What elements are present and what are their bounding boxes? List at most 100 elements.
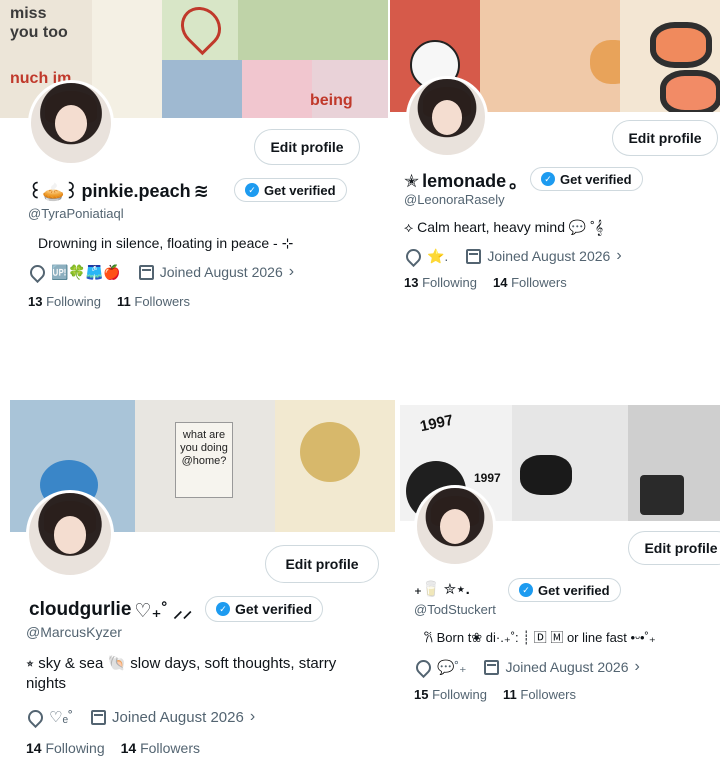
- location: ♡ₑ˚: [49, 709, 74, 726]
- display-name: ꒰🥧꒱ pinkie.peach ≋: [28, 180, 209, 203]
- handle: @MarcusKyzer: [26, 624, 122, 640]
- following-count: 14: [26, 740, 42, 756]
- location-icon: [26, 261, 49, 283]
- profile-card-4: 1997 1997 1997 Edit profile ₊🥛 ✮⋆. ✓ Get…: [400, 405, 720, 715]
- location-icon: [24, 706, 47, 728]
- verified-badge-icon: ✓: [519, 583, 533, 597]
- following-link[interactable]: 14 Following: [26, 740, 105, 756]
- banner-text: you doing: [180, 442, 228, 454]
- followers-count: 14: [493, 275, 508, 290]
- get-verified-button[interactable]: ✓ Get verified: [508, 578, 621, 602]
- following-link[interactable]: 15 Following: [414, 687, 487, 702]
- name-prefix: ꒰🥧꒱: [28, 182, 79, 202]
- get-verified-button[interactable]: ✓ Get verified: [205, 596, 324, 622]
- book-cover: what are you doing @home?: [175, 422, 233, 498]
- followers-label: Followers: [140, 740, 200, 756]
- location: 💬˚₊: [437, 658, 467, 675]
- name-prefix: ₊🥛: [414, 581, 441, 598]
- name-prefix: ✭: [404, 170, 420, 191]
- sushi-roll: [660, 70, 720, 112]
- followers-label: Followers: [520, 687, 577, 702]
- followers-link[interactable]: 11 Followers: [117, 294, 190, 309]
- following-label: Following: [432, 687, 488, 702]
- edit-profile-button[interactable]: Edit profile: [628, 531, 720, 565]
- banner-text: being: [310, 92, 353, 109]
- followers-link[interactable]: 14 Followers: [121, 740, 200, 756]
- following-link[interactable]: 13 Following: [404, 275, 477, 290]
- get-verified-label: Get verified: [560, 171, 632, 187]
- joined-date: Joined August 2026: [112, 708, 244, 726]
- calendar-icon: [466, 248, 482, 264]
- profile-card-1: miss you too nuch im being Edit profile …: [0, 0, 388, 330]
- edit-profile-button[interactable]: Edit profile: [254, 129, 360, 165]
- location-icon: [402, 245, 425, 267]
- fur-glove: [520, 455, 572, 495]
- banner-text: 1997: [474, 471, 501, 485]
- get-verified-button[interactable]: ✓ Get verified: [234, 178, 347, 202]
- following-label: Following: [46, 294, 102, 309]
- calendar-icon: [138, 264, 154, 280]
- edit-profile-button[interactable]: Edit profile: [612, 120, 718, 156]
- sushi-roll: [650, 22, 712, 68]
- banner-text: you too: [10, 24, 68, 41]
- handle: @TodStuckert: [414, 602, 496, 617]
- banner-text: miss: [10, 5, 47, 22]
- follow-stats: 14 Following 14 Followers: [26, 740, 200, 756]
- get-verified-label: Get verified: [235, 601, 313, 617]
- following-count: 13: [28, 294, 43, 309]
- name-suffix: 。: [509, 172, 528, 192]
- name-suffix: ♡₊˚ ⸝⸝: [134, 601, 193, 622]
- following-label: Following: [45, 740, 105, 756]
- followers-link[interactable]: 11 Followers: [503, 687, 576, 702]
- avatar[interactable]: [406, 76, 488, 158]
- chevron-right-icon[interactable]: ›: [616, 247, 621, 265]
- chevron-right-icon[interactable]: ›: [634, 658, 639, 676]
- banner-text: @home?: [181, 455, 227, 467]
- followers-label: Followers: [134, 294, 191, 309]
- name-text: lemonade: [422, 170, 507, 191]
- bio: ⟡ Calm heart, heavy mind 💬 ˚𝄞: [404, 219, 604, 235]
- name-text: cloudgurlie: [29, 599, 132, 620]
- follow-stats: 13 Following 14 Followers: [404, 275, 567, 290]
- chevron-right-icon[interactable]: ›: [289, 263, 294, 281]
- joined-date: Joined August 2026: [487, 248, 611, 264]
- edit-profile-button[interactable]: Edit profile: [265, 545, 379, 583]
- avatar[interactable]: [414, 485, 496, 567]
- display-name: ₊🥛 ✮⋆.: [414, 580, 473, 598]
- collage-tile: [238, 0, 388, 60]
- following-label: Following: [422, 275, 478, 290]
- verified-badge-icon: ✓: [541, 172, 555, 186]
- following-link[interactable]: 13 Following: [28, 294, 101, 309]
- joined-date: Joined August 2026: [159, 264, 283, 280]
- profile-card-3: what are you doing @home? Edit profile c…: [0, 400, 395, 757]
- chevron-right-icon[interactable]: ›: [250, 708, 255, 726]
- calendar-icon: [484, 659, 500, 675]
- get-verified-label: Get verified: [264, 182, 336, 198]
- bio: ⭒ sky & sea 🐚 slow days, soft thoughts, …: [26, 655, 337, 692]
- profile-meta: ♡ₑ˚ Joined August 2026 ›: [24, 706, 255, 728]
- collage-tile: [242, 60, 312, 118]
- location-icon: [412, 656, 435, 678]
- handle: @LeonoraRasely: [404, 192, 505, 207]
- phone: [640, 475, 684, 515]
- followers-count: 14: [120, 740, 137, 756]
- follow-stats: 13 Following 11 Followers: [28, 294, 190, 309]
- profile-meta: 💬˚₊ Joined August 2026 ›: [412, 656, 640, 678]
- sticker: [300, 422, 360, 482]
- get-verified-button[interactable]: ✓ Get verified: [530, 167, 643, 191]
- avatar[interactable]: [26, 490, 114, 578]
- name-text: pinkie.peach: [81, 181, 191, 201]
- avatar[interactable]: [28, 80, 114, 166]
- verified-badge-icon: ✓: [216, 602, 230, 616]
- following-count: 15: [414, 687, 429, 702]
- handle: @TyraPoniatiaql: [28, 206, 124, 221]
- name-text: ✮⋆.: [443, 581, 470, 598]
- avatar-face: [439, 509, 471, 545]
- followers-count: 11: [117, 294, 131, 309]
- avatar-face: [431, 100, 463, 136]
- display-name: ✭ lemonade 。: [404, 168, 527, 194]
- followers-link[interactable]: 14 Followers: [493, 275, 567, 290]
- profile-card-2: Edit profile ✭ lemonade 。 ✓ Get verified…: [390, 0, 720, 330]
- verified-badge-icon: ✓: [245, 183, 259, 197]
- location: ⭐.: [427, 247, 449, 264]
